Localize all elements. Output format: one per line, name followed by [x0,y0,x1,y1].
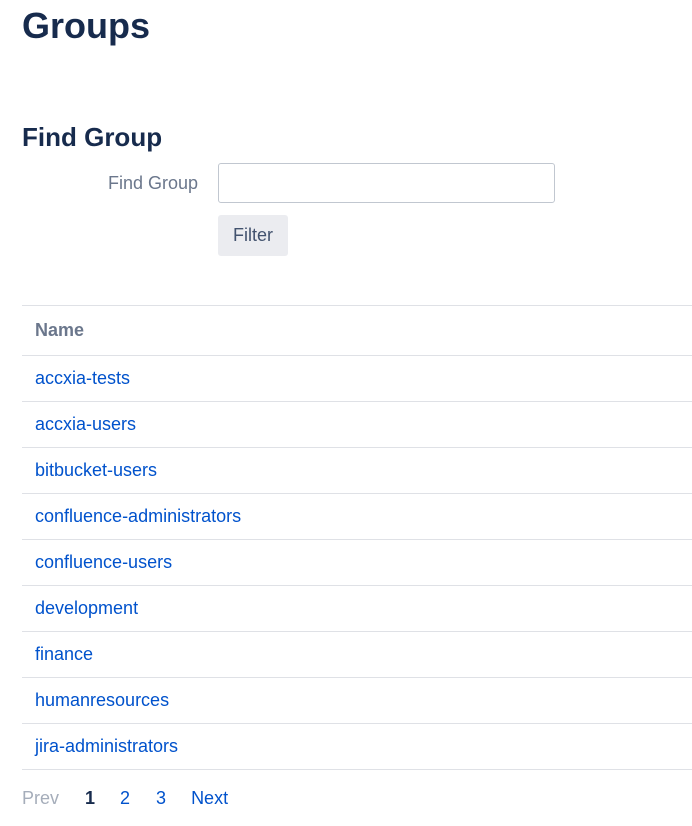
table-cell: humanresources [22,677,692,724]
group-link-accxia-tests[interactable]: accxia-tests [35,368,130,388]
table-cell: finance [22,631,692,678]
group-link-confluence-administrators[interactable]: confluence-administrators [35,506,241,526]
table-cell: confluence-users [22,539,692,586]
group-link-humanresources[interactable]: humanresources [35,690,169,710]
table-row: accxia-users [22,401,692,448]
group-link-jira-administrators[interactable]: jira-administrators [35,736,178,756]
find-group-input[interactable] [218,163,555,203]
page-title: Groups [22,5,151,46]
table-cell: confluence-administrators [22,493,692,540]
pagination: Prev 1 2 3 Next [22,786,228,810]
group-link-accxia-users[interactable]: accxia-users [35,414,136,434]
table-cell: bitbucket-users [22,447,692,494]
pagination-next[interactable]: Next [191,786,228,810]
pagination-prev: Prev [22,788,60,808]
table-row: jira-administrators [22,723,692,770]
group-link-bitbucket-users[interactable]: bitbucket-users [35,460,157,480]
group-link-finance[interactable]: finance [35,644,93,664]
groups-table: Name accxia-tests accxia-users bitbucket… [22,305,692,770]
groups-page: Groups Find Group Find Group Filter Name… [0,0,692,826]
table-row: accxia-tests [22,355,692,402]
pagination-page-2[interactable]: 2 [120,786,130,810]
table-row: finance [22,631,692,678]
table-cell: jira-administrators [22,723,692,770]
column-header-name: Name [22,305,692,356]
table-cell: development [22,585,692,632]
pagination-page-3[interactable]: 3 [156,786,166,810]
table-row: humanresources [22,677,692,724]
table-cell: accxia-users [22,401,692,448]
table-row: bitbucket-users [22,447,692,494]
group-link-confluence-users[interactable]: confluence-users [35,552,172,572]
table-cell: accxia-tests [22,355,692,402]
table-row: confluence-users [22,539,692,586]
find-group-heading: Find Group [22,122,163,152]
table-row: development [22,585,692,632]
filter-button[interactable]: Filter [218,215,288,256]
find-group-label: Find Group [107,173,198,193]
table-header-row: Name [22,305,692,356]
pagination-page-current: 1 [85,788,96,808]
table-row: confluence-administrators [22,493,692,540]
group-link-development[interactable]: development [35,598,138,618]
